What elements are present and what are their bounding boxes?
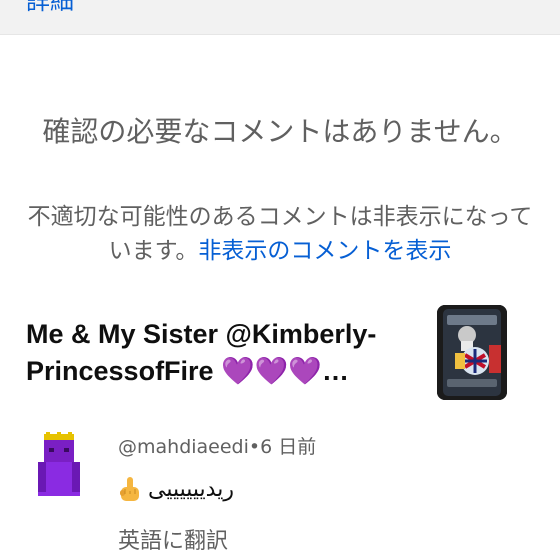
comment-author[interactable]: @mahdiaeedi (118, 436, 249, 458)
comments-review-screen: 詳細 確認の必要なコメントはありません。 不適切な可能性のあるコメントは非表示に… (0, 0, 560, 560)
comment-time: 6 日前 (260, 436, 317, 458)
meta-separator: • (248, 436, 261, 458)
empty-state-description: 不適切な可能性のあるコメントは非表示になっています。非表示のコメントを表示 (20, 200, 540, 268)
video-thumbnail-image (437, 305, 507, 400)
video-thumbnail[interactable] (437, 305, 507, 400)
show-hidden-comments-link[interactable]: 非表示のコメントを表示 (198, 238, 451, 264)
video-title[interactable]: Me & My Sister @Kimberly-PrincessofFire … (26, 316, 416, 390)
comment-meta: @mahdiaeedi•6 日前 (118, 433, 316, 461)
avatar[interactable] (34, 432, 84, 498)
translate-to-english-button[interactable]: 英語に翻訳 (118, 526, 228, 558)
comment-text: ریدییییییی (148, 477, 234, 502)
comment-body: ریدییییییی (118, 474, 234, 506)
empty-state-title: 確認の必要なコメントはありません。 (42, 115, 518, 148)
details-link[interactable]: 詳細 (26, 0, 74, 16)
purple-hearts-emoji: 💜💜💜 (221, 356, 322, 386)
middle-finger-emoji-icon (120, 477, 139, 501)
video-title-ellipsis: … (321, 356, 349, 386)
top-banner: 詳細 (0, 0, 560, 35)
minecraft-skin-avatar-icon (38, 432, 80, 496)
